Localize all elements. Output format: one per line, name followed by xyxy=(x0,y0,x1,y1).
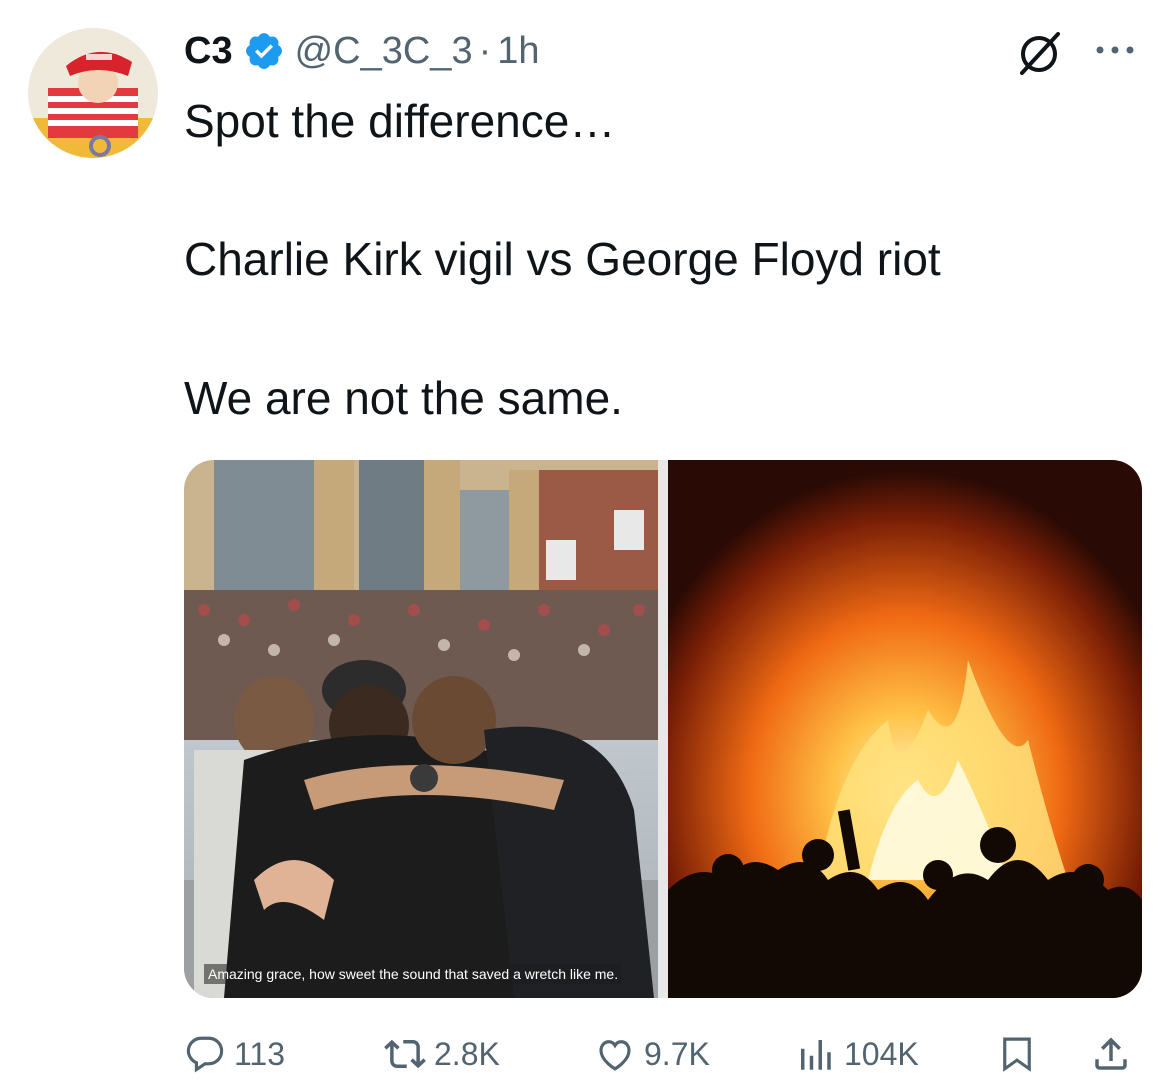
views-button[interactable]: 104K xyxy=(794,1030,919,1078)
reply-icon xyxy=(186,1036,224,1073)
tweet-text-line: Spot the difference… xyxy=(184,95,616,147)
riot-photo-image xyxy=(668,460,1142,998)
bookmark-icon xyxy=(1003,1037,1031,1072)
avatar[interactable] xyxy=(28,28,158,158)
separator-dot: · xyxy=(478,30,492,72)
verified-badge-icon xyxy=(245,33,282,69)
reply-button[interactable]: 113 xyxy=(184,1030,285,1078)
views-icon xyxy=(801,1040,831,1070)
video-caption: Amazing grace, how sweet the sound that … xyxy=(204,964,623,984)
like-icon xyxy=(599,1040,631,1071)
tweet-header: C3 @C_3C_3 · 1h xyxy=(184,26,540,76)
tweet-text-line: Charlie Kirk vigil vs George Floyd riot xyxy=(184,233,941,285)
reply-count: 113 xyxy=(234,1035,286,1072)
views-count: 104K xyxy=(844,1035,919,1072)
tweet-time[interactable]: 1h xyxy=(497,26,539,76)
riot-photo[interactable] xyxy=(668,460,1142,998)
share-button[interactable] xyxy=(1090,1030,1132,1078)
like-count: 9.7K xyxy=(644,1035,710,1072)
action-bar: 113 2.8K 9.7K 104K xyxy=(184,1030,1140,1078)
repost-icon xyxy=(384,1039,426,1069)
grok-icon[interactable] xyxy=(1012,28,1066,78)
tweet-text-line: We are not the same. xyxy=(184,372,623,424)
media-grid: Amazing grace, how sweet the sound that … xyxy=(184,460,1142,998)
avatar-image xyxy=(28,28,158,158)
like-button[interactable]: 9.7K xyxy=(594,1030,710,1078)
author-handle[interactable]: @C_3C_3 xyxy=(295,26,473,76)
author-name[interactable]: C3 xyxy=(184,26,233,76)
bookmark-button[interactable] xyxy=(996,1030,1038,1078)
more-icon[interactable] xyxy=(1092,30,1138,70)
repost-button[interactable]: 2.8K xyxy=(384,1030,500,1078)
vigil-photo[interactable]: Amazing grace, how sweet the sound that … xyxy=(184,460,658,998)
vigil-photo-image xyxy=(184,460,658,998)
repost-count: 2.8K xyxy=(434,1035,500,1072)
share-icon xyxy=(1095,1037,1127,1070)
